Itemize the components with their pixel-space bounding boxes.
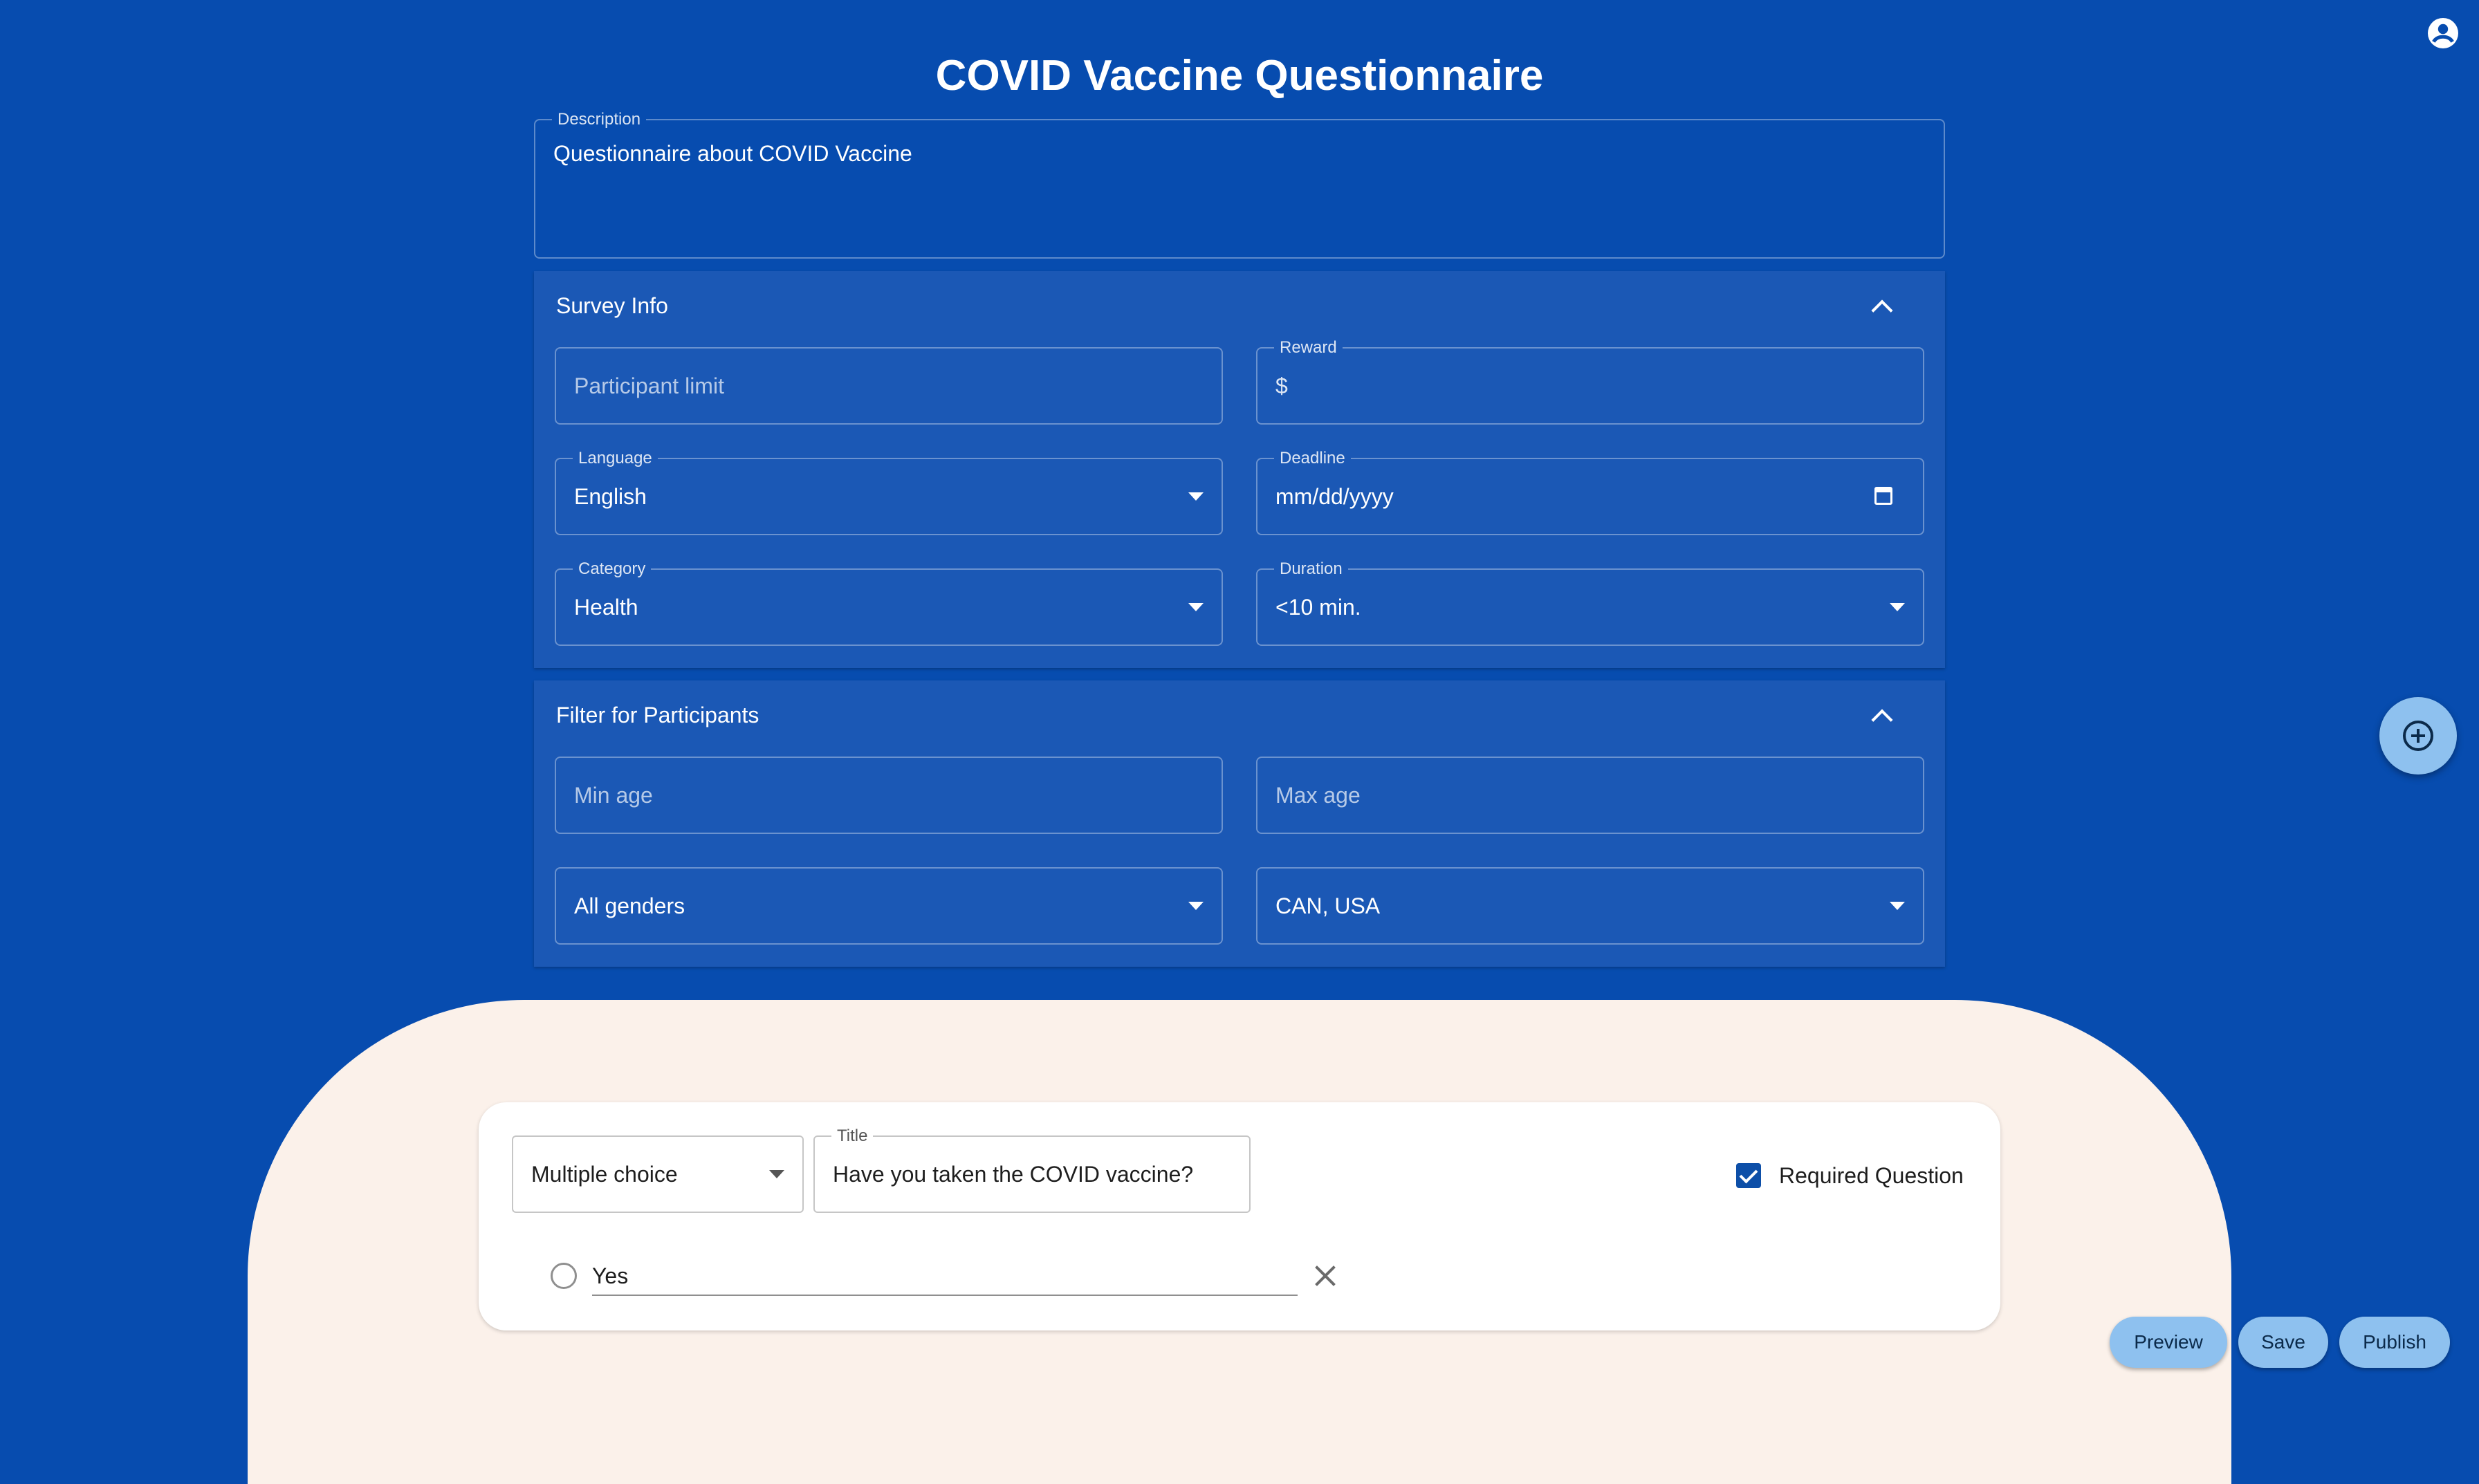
gender-value: All genders <box>574 893 685 918</box>
country-select[interactable]: CAN, USA <box>1256 867 1924 945</box>
question-type-select[interactable]: Multiple choice <box>512 1135 804 1213</box>
min-age-placeholder: Min age <box>574 782 653 808</box>
arrow-drop-down-icon <box>1188 603 1204 611</box>
reward-prefix: $ <box>1275 373 1288 398</box>
close-icon[interactable] <box>1313 1263 1338 1288</box>
survey-info-header[interactable]: Survey Info <box>556 271 1917 340</box>
add-circle-icon <box>2403 721 2433 751</box>
description-value: Questionnaire about COVID Vaccine <box>553 141 912 166</box>
category-value: Health <box>574 594 638 620</box>
required-checkbox[interactable] <box>1736 1163 1761 1188</box>
participant-limit-input[interactable]: Participant limit <box>555 347 1223 425</box>
arrow-drop-down-icon <box>1890 902 1905 910</box>
country-value: CAN, USA <box>1275 893 1381 918</box>
arrow-drop-down-icon <box>1188 492 1204 501</box>
publish-button[interactable]: Publish <box>2339 1317 2450 1368</box>
deadline-input[interactable]: Deadline mm/dd/yyyy <box>1256 448 1924 535</box>
description-field[interactable]: Description Questionnaire about COVID Va… <box>534 109 1945 259</box>
filter-header[interactable]: Filter for Participants <box>556 680 1917 750</box>
save-button[interactable]: Save <box>2238 1317 2328 1368</box>
option-input[interactable]: Yes <box>592 1257 1298 1296</box>
chevron-up-icon[interactable] <box>1871 709 1893 731</box>
chevron-up-icon[interactable] <box>1871 299 1893 322</box>
reward-input[interactable]: Reward $ <box>1256 337 1924 425</box>
question-title-input[interactable]: Title Have you taken the COVID vaccine? <box>813 1126 1251 1213</box>
preview-button[interactable]: Preview <box>2110 1317 2227 1368</box>
option-radio[interactable] <box>551 1263 577 1289</box>
question-title-value: Have you taken the COVID vaccine? <box>833 1161 1194 1187</box>
participant-limit-placeholder: Participant limit <box>574 373 724 398</box>
category-select[interactable]: Category Health <box>555 559 1223 646</box>
duration-select[interactable]: Duration <10 min. <box>1256 559 1924 646</box>
description-label: Description <box>552 109 647 130</box>
min-age-input[interactable]: Min age <box>555 757 1223 834</box>
language-select[interactable]: Language English <box>555 448 1223 535</box>
deadline-placeholder: mm/dd/yyyy <box>1275 483 1394 509</box>
max-age-input[interactable]: Max age <box>1256 757 1924 834</box>
filter-title: Filter for Participants <box>556 702 759 727</box>
arrow-drop-down-icon <box>769 1170 784 1178</box>
page-title: COVID Vaccine Questionnaire <box>935 52 1544 100</box>
calendar-icon[interactable] <box>1874 487 1892 505</box>
max-age-placeholder: Max age <box>1275 782 1361 808</box>
survey-info-panel: Survey Info Participant limit Reward $ L… <box>534 271 1945 668</box>
gender-select[interactable]: All genders <box>555 867 1223 945</box>
required-label: Required Question <box>1779 1163 1964 1188</box>
survey-info-title: Survey Info <box>556 293 668 318</box>
question-type-value: Multiple choice <box>531 1161 678 1187</box>
add-question-button[interactable] <box>2379 697 2457 775</box>
duration-value: <10 min. <box>1275 594 1361 620</box>
arrow-drop-down-icon <box>1188 902 1204 910</box>
filter-panel: Filter for Participants Min age Max age … <box>534 680 1945 967</box>
arrow-drop-down-icon <box>1890 603 1905 611</box>
language-value: English <box>574 483 647 509</box>
